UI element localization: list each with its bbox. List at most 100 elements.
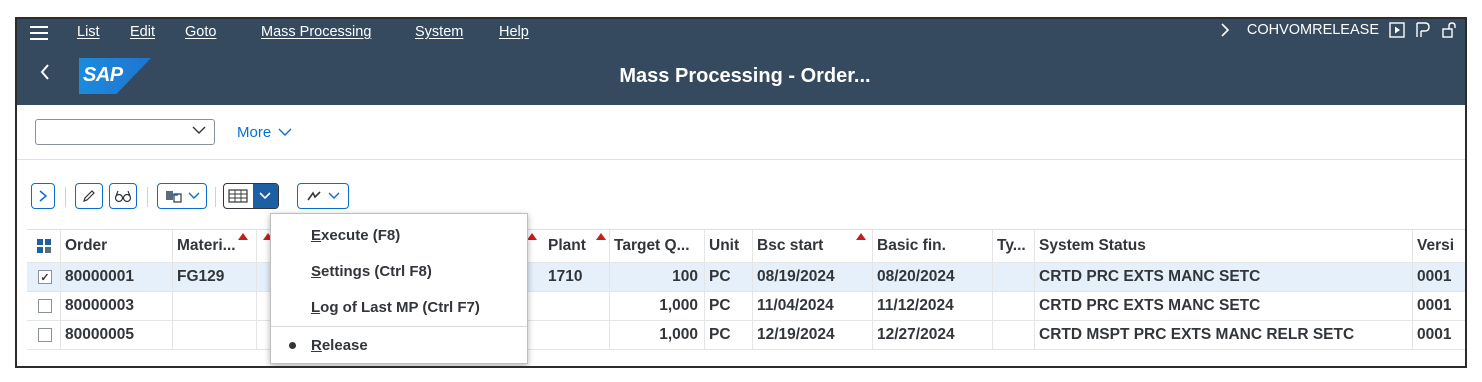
- cell-order: 80000001: [61, 263, 173, 291]
- selected-bullet-icon: [289, 341, 296, 349]
- menu-item-label: elease: [321, 336, 368, 354]
- cell-system-status: CRTD PRC EXTS MANC SETC: [1035, 292, 1413, 320]
- cell-type: [993, 321, 1035, 349]
- mass-processing-icon: [224, 184, 253, 208]
- col-system-status[interactable]: System Status: [1035, 230, 1413, 262]
- mnemonic: S: [311, 262, 322, 280]
- menu-item-execute[interactable]: Execute (F8): [271, 218, 527, 252]
- cell-material: [173, 292, 257, 320]
- menu-item-log[interactable]: Log of Last MP (Ctrl F7): [271, 290, 527, 324]
- table-row[interactable]: 80000003 1,000 PC 11/04/2024 11/12/2024 …: [27, 292, 1465, 321]
- mnemonic: R: [311, 336, 322, 354]
- variant-select[interactable]: [35, 119, 215, 145]
- menu-icon[interactable]: [30, 26, 48, 40]
- toolbar: [17, 179, 1465, 213]
- table-row[interactable]: 80000005 1,000 PC 12/19/2024 12/27/2024 …: [27, 321, 1465, 350]
- menu-divider: [271, 326, 527, 327]
- expand-button[interactable]: [31, 183, 55, 209]
- chevron-down-icon: [278, 128, 292, 136]
- col-target-qty[interactable]: Target Q...: [610, 230, 705, 262]
- col-order[interactable]: Order: [61, 230, 173, 262]
- cell-order: 80000005: [61, 321, 173, 349]
- row-checkbox[interactable]: [27, 292, 61, 320]
- cell-unit: PC: [705, 263, 753, 291]
- sort-indicator: [238, 233, 248, 240]
- mass-processing-button[interactable]: [223, 183, 279, 209]
- cell-plant: [544, 321, 610, 349]
- col-basic-fin[interactable]: Basic fin.: [873, 230, 993, 262]
- edit-pencil-icon: [83, 190, 95, 202]
- sort-indicator: [596, 233, 606, 240]
- action-button[interactable]: [297, 183, 349, 209]
- page-title: Mass Processing - Order...: [619, 65, 871, 87]
- cell-unit: PC: [705, 292, 753, 320]
- menu-mass-processing[interactable]: Mass Processing: [261, 24, 371, 40]
- toolbar-divider: [65, 187, 66, 207]
- cell-basic-fin: 08/20/2024: [873, 263, 993, 291]
- cell-material: [173, 321, 257, 349]
- transfer-icon: [165, 191, 182, 203]
- col-unit[interactable]: Unit: [705, 230, 753, 262]
- col-bsc-start[interactable]: Bsc start: [753, 230, 873, 262]
- cell-target-qty: 100: [610, 263, 705, 291]
- cell-system-status: CRTD PRC EXTS MANC SETC: [1035, 263, 1413, 291]
- mnemonic: E: [311, 226, 322, 244]
- display-glasses-icon: [114, 190, 132, 203]
- expand-icon[interactable]: [1217, 22, 1233, 38]
- cell-bsc-start: 12/19/2024: [753, 321, 873, 349]
- action-icon: [307, 191, 321, 201]
- row-checkbox[interactable]: [27, 321, 61, 349]
- cell-target-qty: 1,000: [610, 321, 705, 349]
- cell-basic-fin: 12/27/2024: [873, 321, 993, 349]
- table-row[interactable]: ✓ 80000001 FG129 1710 100 PC 08/19/2024 …: [27, 263, 1465, 292]
- menu-goto[interactable]: Goto: [185, 24, 216, 40]
- menu-list[interactable]: List: [77, 24, 100, 40]
- lock-icon[interactable]: [1441, 22, 1457, 38]
- chevron-down-icon: [188, 192, 199, 199]
- toolbar-divider: [215, 187, 216, 207]
- col-version[interactable]: Versi: [1413, 230, 1465, 262]
- menu-item-label: og of Last MP (Ctrl F7): [320, 298, 480, 316]
- transfer-button[interactable]: [157, 183, 207, 209]
- mnemonic: L: [311, 298, 321, 316]
- cell-target-qty: 1,000: [610, 292, 705, 320]
- cell-material: FG129: [173, 263, 257, 291]
- menu-system[interactable]: System: [415, 24, 463, 40]
- display-button[interactable]: [109, 183, 137, 209]
- row-checkbox[interactable]: ✓: [27, 263, 61, 291]
- chevron-down-icon[interactable]: [252, 184, 278, 208]
- cell-basic-fin: 11/12/2024: [873, 292, 993, 320]
- cell-type: [993, 263, 1035, 291]
- menu-item-label: xecute (F8): [321, 226, 401, 244]
- select-all-icon[interactable]: [27, 230, 61, 262]
- more-button[interactable]: More: [237, 124, 292, 141]
- cell-version: 0001: [1417, 326, 1452, 343]
- cell-bsc-start: 08/19/2024: [753, 263, 873, 291]
- chevron-down-icon: [192, 123, 206, 138]
- col-type[interactable]: Ty...: [993, 230, 1035, 262]
- transaction-code: COHVOMRELEASE: [1246, 22, 1379, 38]
- menu-item-settings[interactable]: Settings (Ctrl F8): [271, 254, 527, 288]
- cell-order: 80000003: [61, 292, 173, 320]
- cell-system-status: CRTD MSPT PRC EXTS MANC RELR SETC: [1035, 321, 1413, 349]
- menu-edit[interactable]: Edit: [130, 24, 155, 40]
- menu-bar: List Edit Goto Mass Processing System He…: [17, 19, 1465, 46]
- menu-item-release[interactable]: Release: [271, 328, 527, 362]
- layout-icon[interactable]: [1415, 22, 1431, 38]
- cell-plant: 1710: [544, 263, 610, 291]
- edit-button[interactable]: [75, 183, 103, 209]
- toolbar-divider: [147, 187, 148, 207]
- check-icon: ✓: [38, 270, 52, 284]
- sort-indicator: [856, 233, 866, 240]
- sort-indicator: [527, 233, 537, 240]
- play-icon[interactable]: [1389, 22, 1405, 38]
- cell-bsc-start: 11/04/2024: [753, 292, 873, 320]
- menu-help[interactable]: Help: [499, 24, 529, 40]
- chevron-down-icon: [328, 192, 340, 199]
- cell-version: 0001: [1417, 297, 1452, 314]
- title-bar: SAP Mass Processing - Order...: [17, 46, 1465, 105]
- app-frame: List Edit Goto Mass Processing System He…: [15, 17, 1467, 368]
- table-header: Order Materi... Plant Target Q... Unit B…: [27, 229, 1465, 263]
- cell-version: 0001: [1417, 268, 1452, 285]
- expand-icon: [39, 190, 47, 202]
